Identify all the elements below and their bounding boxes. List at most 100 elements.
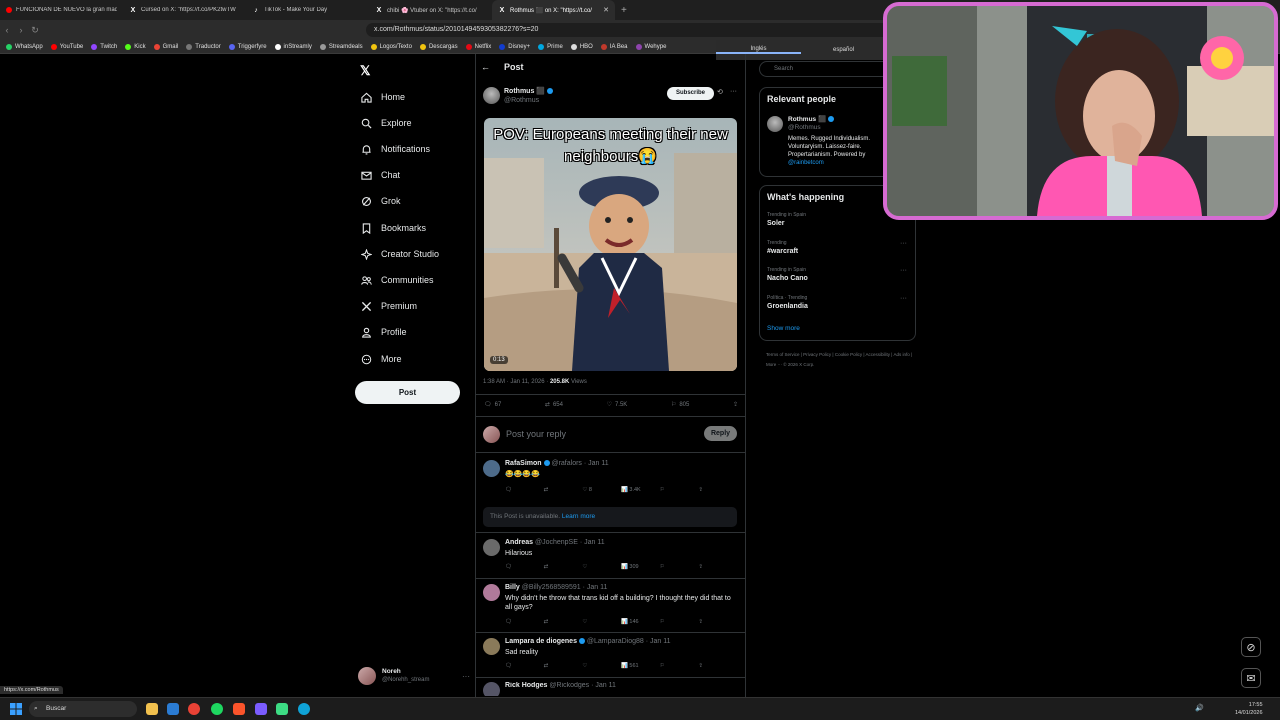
nav-premium[interactable]: Premium <box>360 298 417 314</box>
share-icon[interactable]: ⇪ <box>698 663 737 669</box>
bookmark-item[interactable]: Prime <box>538 43 563 50</box>
more-icon[interactable]: ··· <box>900 295 907 302</box>
share-icon[interactable]: ⇪ <box>698 487 737 493</box>
back-icon[interactable]: ‹ <box>0 25 14 35</box>
trend-item[interactable]: Política · Trending Groenlandia <box>767 295 808 310</box>
nav-notifications[interactable]: Notifications <box>360 141 430 157</box>
nav-creator-studio[interactable]: Creator Studio <box>360 246 439 262</box>
heart-icon[interactable]: ♡ <box>582 564 621 570</box>
windows-start-icon[interactable] <box>10 703 22 715</box>
reply-input[interactable]: Post your reply <box>506 429 566 439</box>
bio-link[interactable]: @rainbetcom <box>788 160 824 166</box>
nav-bookmarks[interactable]: Bookmarks <box>360 220 426 236</box>
repost-icon[interactable]: ⇄ <box>544 487 583 493</box>
comment-icon[interactable]: 🗨 <box>505 619 544 625</box>
bookmark-item[interactable]: YouTube <box>50 43 83 50</box>
bookmark-item[interactable]: Descargas <box>419 43 458 50</box>
tab-youtube[interactable]: FUNCIONAN DE NUEVO la gran maq <box>0 0 123 20</box>
share-icon[interactable]: ⇪ <box>698 564 737 570</box>
close-icon[interactable]: ✕ <box>603 6 609 14</box>
avatar[interactable] <box>483 87 500 104</box>
repost-icon[interactable]: ⇄ <box>544 663 583 669</box>
grok-floating-icon[interactable]: ⊘ <box>1241 637 1261 657</box>
nav-chat[interactable]: Chat <box>360 167 400 183</box>
show-more-link[interactable]: Show more <box>767 325 800 332</box>
tab-x-rothmus[interactable]: X Rothmus ⬛ on X: "https://t.co/✕ <box>492 0 615 20</box>
comment-icon[interactable]: 🗨 <box>505 487 544 493</box>
reply-action[interactable]: 🗨 67 <box>484 401 501 409</box>
author-name[interactable]: Rothmus ⬛ <box>504 88 545 95</box>
bookmark-icon[interactable]: ⚐ <box>660 619 699 625</box>
post-button[interactable]: Post <box>355 381 460 404</box>
more-icon[interactable]: ··· <box>900 240 907 247</box>
app-icon[interactable] <box>276 703 288 715</box>
spotify-icon[interactable] <box>211 703 223 715</box>
bookmark-item[interactable]: HBO <box>570 43 593 50</box>
translate-source-tab[interactable]: Inglés <box>716 46 801 54</box>
bookmark-item[interactable]: Netflix <box>465 43 491 50</box>
bookmark-item[interactable]: Gmail <box>153 43 178 50</box>
bookmark-action[interactable]: ⚐ 805 <box>671 401 689 409</box>
back-arrow-icon[interactable]: ← <box>481 62 490 72</box>
tab-tiktok[interactable]: ♪ TikTok - Make Your Day <box>246 0 369 20</box>
x-logo[interactable]: 𝕏 <box>360 63 370 79</box>
video-player[interactable]: POV: Europeans meeting their new neighbo… <box>484 118 737 371</box>
file-explorer-icon[interactable] <box>146 703 158 715</box>
views-action[interactable]: 📊 146 <box>621 619 660 625</box>
learn-more-link[interactable]: Learn more <box>562 513 595 520</box>
bookmark-item[interactable]: IA Bea <box>600 43 628 50</box>
comment-icon[interactable]: 🗨 <box>505 564 544 570</box>
trend-item[interactable]: Trending in Spain Soler <box>767 212 806 227</box>
bookmark-icon[interactable]: ⚐ <box>660 487 699 493</box>
url-field[interactable]: x.com/Rothmus/status/2010149459305382276… <box>366 23 926 37</box>
reply-tweet[interactable]: Billy @Billy2568589591 · Jan 11 Why didn… <box>483 584 738 630</box>
trend-item[interactable]: Trending in Spain Nacho Cano <box>767 267 808 282</box>
forward-icon[interactable]: › <box>14 25 28 35</box>
reply-button[interactable]: Reply <box>704 426 737 441</box>
settings-icon[interactable] <box>167 703 179 715</box>
taskbar-search[interactable]: ⌕ Buscar <box>29 701 137 717</box>
bookmark-item[interactable]: inStreamly <box>274 43 312 50</box>
bookmark-item[interactable]: Streamdeals <box>319 43 363 50</box>
bookmark-item[interactable]: Wehype <box>635 43 666 50</box>
brave-icon[interactable] <box>233 703 245 715</box>
nav-profile[interactable]: Profile <box>360 324 407 340</box>
reply-tweet[interactable]: Rick Hodges @Rickodges · Jan 11 <box>483 682 738 696</box>
bookmark-item[interactable]: Traductor <box>186 43 221 50</box>
repost-action[interactable]: ⇄ 654 <box>545 401 563 409</box>
share-icon[interactable]: ⇪ <box>698 619 737 625</box>
reply-tweet[interactable]: RafaSimon @rafalors · Jan 11 😂😂😂😂 🗨 ⇄ ♡ 8 📊… <box>483 460 738 500</box>
author-handle[interactable]: @Rothmus <box>504 96 553 105</box>
views-action[interactable]: 📊 561 <box>621 663 660 669</box>
trend-item[interactable]: Trending #warcraft <box>767 240 798 255</box>
reply-tweet[interactable]: Andreas @JochenpSE · Jan 11 Hilarious 🗨 ⇄… <box>483 539 738 575</box>
nav-explore[interactable]: Explore <box>360 115 412 131</box>
bookmark-item[interactable]: Kick <box>125 43 146 50</box>
like-action[interactable]: ♡ 7.5K <box>607 401 628 409</box>
bookmark-item[interactable]: WhatsApp <box>6 43 43 50</box>
bookmark-item[interactable]: Triggerfyre <box>228 43 267 50</box>
more-icon[interactable]: ··· <box>900 267 907 274</box>
heart-icon[interactable]: ♡ <box>582 663 621 669</box>
chrome-icon[interactable] <box>188 703 200 715</box>
tab-x-cursed[interactable]: X Cursed on X: "https://t.co/PK2twTW <box>123 0 246 20</box>
translate-target-tab[interactable]: español <box>801 47 886 53</box>
edge-icon[interactable] <box>298 703 310 715</box>
comment-icon[interactable]: 🗨 <box>505 663 544 669</box>
bookmark-icon[interactable]: ⚐ <box>660 564 699 570</box>
views-action[interactable]: 📊 3.4K <box>621 487 660 493</box>
avatar[interactable] <box>767 116 783 132</box>
bookmark-item[interactable]: Logos/Texto <box>370 43 412 50</box>
share-action[interactable]: ⇪ <box>733 401 738 408</box>
nav-home[interactable]: Home <box>360 89 405 105</box>
repost-icon[interactable]: ⇄ <box>544 619 583 625</box>
account-switcher[interactable]: Noreh @Norehh_stream ··· <box>358 665 470 687</box>
new-tab-button[interactable]: + <box>615 5 633 16</box>
bookmark-item[interactable]: Disney+ <box>499 43 530 50</box>
repost-icon[interactable]: ⇄ <box>544 564 583 570</box>
nav-grok[interactable]: Grok <box>360 193 401 209</box>
network-icon[interactable]: 🔊 <box>1195 704 1204 712</box>
bookmark-icon[interactable]: ⚐ <box>660 663 699 669</box>
grok-icon[interactable]: ⟲ <box>717 88 723 96</box>
nav-more[interactable]: More <box>360 351 402 367</box>
